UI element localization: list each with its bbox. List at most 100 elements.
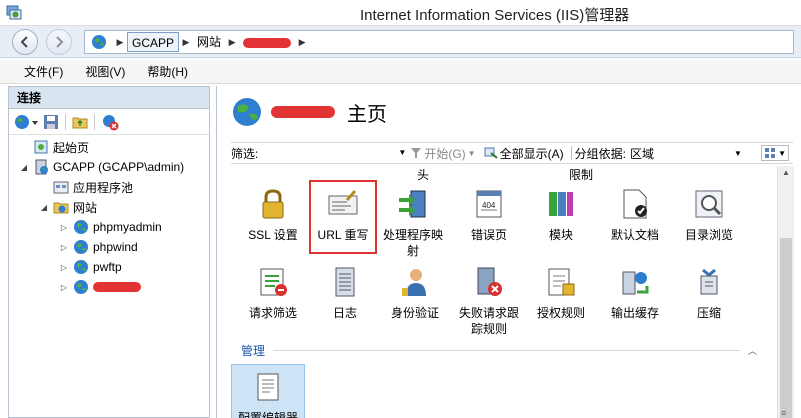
- collapse-arrow-icon[interactable]: ▷: [59, 243, 69, 252]
- connections-tree: 起始页 ◢ GCAPP (GCAPP\admin) 应用程序池 ◢ 网站 ▷ p…: [9, 135, 209, 294]
- scroll-up-icon[interactable]: ▲: [782, 168, 790, 177]
- feature-handler-mappings[interactable]: 处理程序映射: [379, 188, 447, 259]
- menu-bar: 文件(F) 视图(V) 帮助(H): [0, 60, 801, 84]
- feature-authorization-rules[interactable]: 授权规则: [527, 266, 595, 321]
- connections-toolbar: [9, 109, 209, 135]
- globe-icon: [74, 240, 88, 254]
- feature-request-filtering[interactable]: 请求筛选: [239, 266, 307, 321]
- directory-browsing-icon: [695, 190, 723, 218]
- feature-label: 默认文档: [610, 228, 659, 242]
- globe-icon: [92, 35, 106, 49]
- menu-view[interactable]: 视图(V): [85, 63, 125, 80]
- menu-help[interactable]: 帮助(H): [147, 63, 188, 80]
- group-by-select[interactable]: 区域 ▼: [626, 145, 746, 162]
- feature-logging[interactable]: 日志: [311, 266, 379, 321]
- feature-ssl-settings[interactable]: SSL 设置: [239, 188, 307, 243]
- feature-label: 配置编辑器: [237, 411, 298, 418]
- svg-text:404: 404: [482, 201, 496, 210]
- tree-label: 应用程序池: [73, 180, 134, 195]
- save-icon[interactable]: [43, 114, 59, 130]
- start-page-icon: [34, 140, 48, 154]
- tree-item-app-pools[interactable]: 应用程序池: [39, 177, 133, 197]
- failed-request-tracing-icon: [477, 267, 502, 296]
- dropdown-arrow-icon[interactable]: ▼: [398, 148, 406, 157]
- folder-up-icon[interactable]: [72, 114, 88, 130]
- tree-label: phpwind: [93, 240, 138, 254]
- filter-input[interactable]: ▼: [264, 144, 406, 162]
- feature-url-rewrite[interactable]: URL 重写: [309, 180, 377, 254]
- expand-arrow-icon[interactable]: ◢: [39, 203, 49, 212]
- redaction-mark: [271, 106, 335, 118]
- tree-item-server[interactable]: ◢ GCAPP (GCAPP\admin): [19, 157, 184, 177]
- features-scrollbar[interactable]: ▲ ≡: [777, 166, 794, 418]
- forward-arrow-icon: [56, 36, 64, 48]
- show-all-label: 全部显示(A): [499, 146, 564, 161]
- feature-label: 请求筛选: [248, 306, 297, 320]
- url-rewrite-icon: [328, 190, 358, 215]
- feature-label: SSL 设置: [248, 228, 298, 242]
- tree-item-sites[interactable]: ◢ 网站: [39, 197, 97, 217]
- collapse-arrow-icon[interactable]: ▷: [59, 283, 69, 292]
- connections-header: 连接: [9, 87, 209, 109]
- forward-button[interactable]: [46, 29, 72, 55]
- collapse-arrow-icon[interactable]: ▷: [59, 223, 69, 232]
- tree-item-start-page[interactable]: 起始页: [19, 137, 89, 157]
- toolbar-divider: [65, 113, 66, 130]
- scroll-thumb[interactable]: [780, 238, 792, 418]
- globe-icon: [74, 260, 88, 274]
- feature-modules[interactable]: 模块: [527, 188, 595, 243]
- menu-file[interactable]: 文件(F): [24, 63, 63, 80]
- tree-item-pwftp[interactable]: ▷ pwftp: [59, 257, 122, 277]
- tree-item-phpmyadmin[interactable]: ▷ phpmyadmin: [59, 217, 162, 237]
- feature-label: 失败请求跟踪规则: [458, 306, 519, 336]
- section-management[interactable]: 管理 ︿: [241, 341, 757, 359]
- start-label: 开始(G): [424, 146, 466, 161]
- collapse-chevron-icon[interactable]: ︿: [748, 344, 757, 357]
- breadcrumb-item-gcapp[interactable]: GCAPP: [127, 32, 180, 52]
- feature-label: 目录浏览: [684, 228, 733, 242]
- feature-output-caching[interactable]: 输出缓存: [601, 266, 669, 321]
- request-filtering-icon: [260, 268, 287, 296]
- logging-icon: [335, 267, 355, 297]
- dropdown-arrow-icon: ▼: [778, 148, 786, 158]
- address-bar: ▶ GCAPP ▶ 网站 ▶ ▶: [0, 26, 801, 58]
- back-arrow-icon: [20, 36, 28, 48]
- chevron-right-icon: ▶: [182, 36, 190, 47]
- handler-mapping-icon: [399, 190, 426, 218]
- redaction-mark: [243, 37, 292, 48]
- content-header: 主页: [217, 86, 801, 138]
- chevron-right-icon: ▶: [228, 36, 236, 47]
- tree-item-redacted-site[interactable]: ▷: [59, 277, 141, 297]
- dropdown-arrow-icon: ▼: [467, 148, 476, 158]
- feature-label: 错误页: [470, 228, 507, 242]
- breadcrumb-item-sites[interactable]: 网站: [193, 32, 225, 52]
- tree-item-phpwind[interactable]: ▷ phpwind: [59, 237, 138, 257]
- output-caching-icon: [622, 271, 649, 295]
- collapse-arrow-icon[interactable]: ▷: [59, 263, 69, 272]
- disconnect-icon[interactable]: [101, 113, 119, 131]
- feature-configuration-editor[interactable]: 配置编辑器: [231, 364, 305, 418]
- feature-directory-browsing[interactable]: 目录浏览: [675, 188, 743, 243]
- group-by-value: 区域: [629, 146, 654, 161]
- start-button[interactable]: 开始(G) ▼: [406, 145, 479, 162]
- section-label: 管理: [241, 343, 266, 358]
- back-button[interactable]: [12, 29, 38, 55]
- feature-authentication[interactable]: 身份验证: [381, 266, 449, 321]
- expand-arrow-icon[interactable]: ◢: [19, 163, 29, 172]
- breadcrumb-item-redacted[interactable]: [239, 32, 295, 52]
- chevron-right-icon: ▶: [116, 36, 124, 47]
- show-all-button[interactable]: 全部显示(A): [480, 145, 568, 162]
- feature-failed-request-tracing[interactable]: 失败请求跟踪规则: [455, 266, 523, 337]
- connections-panel: 连接 起始页 ◢ GCAPP (GCAPP\admin) 应用程序池 ◢ 网站 …: [8, 86, 210, 418]
- sites-folder-icon: [53, 202, 69, 214]
- show-all-icon: [484, 147, 498, 159]
- feature-default-document[interactable]: 默认文档: [601, 188, 669, 243]
- view-mode-button[interactable]: ▼: [761, 145, 789, 161]
- tree-label: GCAPP (GCAPP\admin): [53, 160, 185, 174]
- modules-icon: [549, 192, 573, 216]
- connect-globe-icon[interactable]: [13, 113, 39, 131]
- feature-label: 身份验证: [390, 306, 439, 320]
- breadcrumb[interactable]: ▶ GCAPP ▶ 网站 ▶ ▶: [84, 30, 794, 54]
- feature-compression[interactable]: 压缩: [675, 266, 743, 321]
- feature-error-pages[interactable]: 404 错误页: [455, 188, 523, 243]
